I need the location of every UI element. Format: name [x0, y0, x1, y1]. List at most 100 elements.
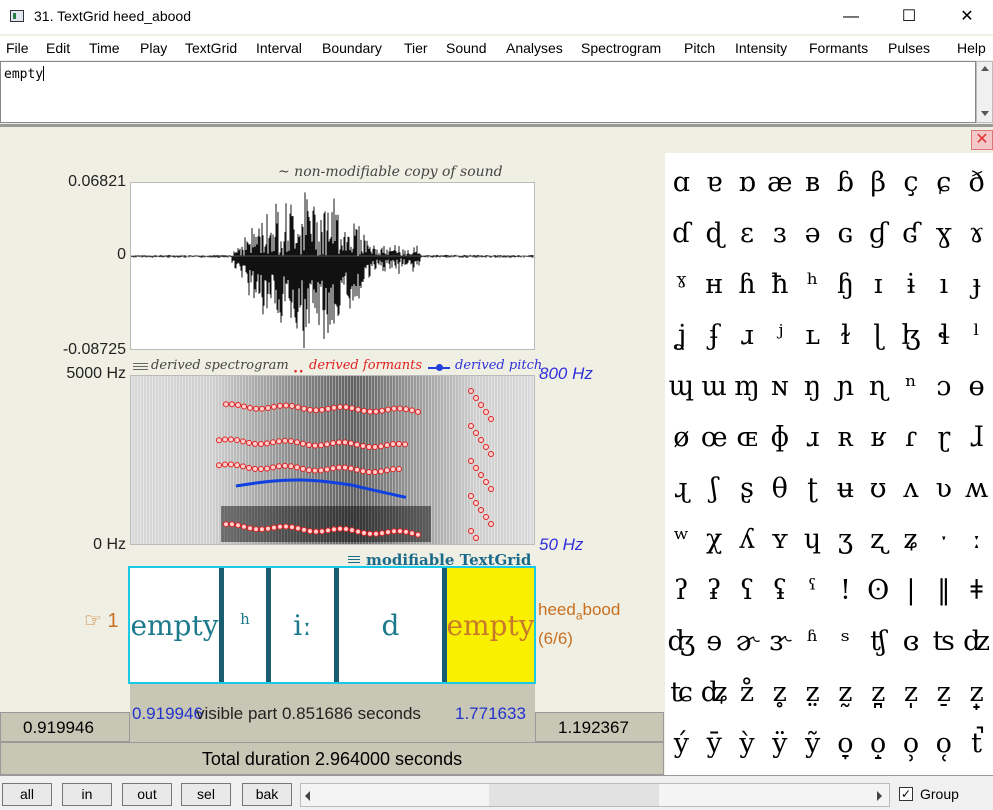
ipa-symbol[interactable]: θ [763, 473, 796, 504]
menu-boundary[interactable]: Boundary [322, 40, 382, 56]
ipa-symbol[interactable]: | [895, 575, 928, 606]
menu-edit[interactable]: Edit [46, 40, 70, 56]
ipa-symbol[interactable]: ɕ [927, 167, 960, 198]
ipa-symbol[interactable]: ç [895, 167, 928, 198]
ipa-symbol[interactable]: ɖ [698, 218, 731, 249]
ipa-symbol[interactable]: ȳ [698, 728, 731, 759]
ipa-symbol[interactable]: o̜ [927, 728, 960, 759]
ipa-symbol[interactable]: ɭ [862, 320, 895, 351]
ipa-symbol[interactable]: ɐ [698, 167, 731, 198]
ipa-symbol[interactable]: ʘ [862, 575, 895, 606]
interval-d[interactable]: d [339, 568, 442, 682]
ipa-symbol[interactable]: ɨ [895, 269, 928, 300]
zoom-all-button[interactable]: all [2, 783, 52, 806]
interval-empty-1[interactable]: empty [130, 568, 219, 682]
ipa-symbol[interactable]: z̥ [763, 677, 796, 708]
ipa-symbol[interactable]: ɬ [927, 320, 960, 351]
ipa-symbol[interactable]: χ [698, 524, 731, 555]
ipa-symbol[interactable]: ˢ [829, 626, 862, 657]
ipa-symbol[interactable]: ɵ [960, 371, 993, 402]
ipa-symbol[interactable]: ɻ [665, 473, 698, 504]
ipa-symbol[interactable]: ⁿ [895, 371, 928, 402]
ipa-symbol[interactable]: ħ [763, 269, 796, 300]
scroll-down-icon[interactable] [981, 111, 989, 116]
ipa-symbol[interactable]: ɔ [927, 371, 960, 402]
ipa-symbol[interactable]: ÿ [763, 728, 796, 759]
ipa-symbol[interactable]: ʊ [862, 473, 895, 504]
ipa-symbol[interactable]: z̰ [829, 677, 862, 708]
ipa-symbol[interactable]: ʧ [862, 626, 895, 657]
time-left-box[interactable]: 0.919946 [0, 712, 130, 742]
ipa-symbol[interactable]: ɛ [731, 218, 764, 249]
ipa-symbol[interactable]: ɹ [731, 320, 764, 351]
ipa-symbol[interactable]: ʣ [960, 626, 993, 657]
ipa-symbol[interactable]: ɲ [829, 371, 862, 402]
scroll-right-icon[interactable] [877, 791, 882, 801]
menu-sound[interactable]: Sound [446, 40, 486, 56]
ipa-symbol[interactable]: ʔ [665, 575, 698, 606]
ipa-symbol[interactable]: ɾ [895, 422, 928, 453]
menu-formants[interactable]: Formants [809, 40, 868, 56]
ipa-symbol[interactable]: ɢ [829, 218, 862, 249]
scroll-up-icon[interactable] [981, 66, 989, 71]
menu-textgrid[interactable]: TextGrid [185, 40, 237, 56]
time-right-box[interactable]: 1.192367 [535, 712, 664, 742]
ipa-symbol[interactable]: ʦ [927, 626, 960, 657]
ipa-symbol[interactable]: ɺ [960, 422, 993, 453]
ipa-symbol[interactable]: ɤ [960, 218, 993, 249]
menu-analyses[interactable]: Analyses [506, 40, 563, 56]
ipa-symbol[interactable]: ʎ [731, 524, 764, 555]
menu-play[interactable]: Play [140, 40, 167, 56]
ipa-symbol[interactable]: ʏ [763, 524, 796, 555]
ipa-symbol[interactable]: ʒ [829, 524, 862, 555]
waveform-panel[interactable] [130, 182, 535, 350]
ipa-symbol[interactable]: ʛ [895, 218, 928, 249]
ipa-symbol[interactable]: ʋ [927, 473, 960, 504]
menu-tier[interactable]: Tier [404, 40, 428, 56]
interval-text-field[interactable]: empty [0, 61, 976, 123]
ipa-symbol[interactable]: ɫ [829, 320, 862, 351]
ipa-symbol[interactable]: ʥ [698, 677, 731, 708]
ipa-symbol[interactable]: ʄ [698, 320, 731, 351]
ipa-symbol[interactable]: ː [960, 524, 993, 555]
total-duration-box[interactable]: Total duration 2.964000 seconds [0, 742, 664, 775]
ipa-symbol[interactable]: ɣ [927, 218, 960, 249]
ipa-symbol[interactable]: ʱ [796, 626, 829, 657]
menu-time[interactable]: Time [89, 40, 120, 56]
ipa-symbol[interactable]: ʌ [895, 473, 928, 504]
tier-number[interactable]: ☞ 1 [84, 608, 119, 633]
ipa-symbol[interactable]: ỳ [731, 728, 764, 759]
ipa-symbol[interactable]: z̟ [960, 677, 993, 708]
ipa-symbol[interactable]: ɠ [862, 218, 895, 249]
ipa-symbol[interactable]: ø [665, 422, 698, 453]
scroll-left-icon[interactable] [305, 791, 310, 801]
ipa-symbol[interactable]: ɦ [731, 269, 764, 300]
time-scrollbar[interactable] [300, 783, 890, 807]
ipa-symbol[interactable]: z̊ [731, 677, 764, 708]
ipa-symbol[interactable]: ý [665, 728, 698, 759]
ipa-symbol[interactable]: ð [960, 167, 993, 198]
ipa-symbol[interactable]: ə [796, 218, 829, 249]
ipa-symbol[interactable]: z̪ [862, 677, 895, 708]
ipa-symbol[interactable]: ʃ [698, 473, 731, 504]
menu-help[interactable]: Help [957, 40, 986, 56]
textgrid-tier[interactable]: empty h iː d empty [128, 566, 536, 684]
ipa-symbol[interactable]: ʉ [829, 473, 862, 504]
ipa-symbol[interactable]: ɶ [731, 422, 764, 453]
menu-pulses[interactable]: Pulses [888, 40, 930, 56]
ipa-symbol[interactable]: ı [927, 269, 960, 300]
ipa-symbol[interactable]: ʀ [829, 422, 862, 453]
ipa-symbol[interactable]: ŋ [796, 371, 829, 402]
ipa-symbol[interactable]: ɝ [763, 626, 796, 657]
ipa-symbol[interactable]: ǂ [960, 575, 993, 606]
menu-spectrogram[interactable]: Spectrogram [581, 40, 661, 56]
ipa-symbol[interactable]: ʕ [731, 575, 764, 606]
zoom-out-button[interactable]: out [122, 783, 172, 806]
zoom-selection-button[interactable]: sel [181, 783, 231, 806]
menu-file[interactable]: File [6, 40, 29, 56]
ipa-symbol[interactable]: ɯ [698, 371, 731, 402]
minimize-button[interactable]: — [822, 0, 880, 34]
ipa-symbol[interactable]: ɟ [960, 269, 993, 300]
ipa-symbol[interactable]: ʟ [796, 320, 829, 351]
close-panel-icon[interactable]: ✕ [971, 130, 993, 150]
